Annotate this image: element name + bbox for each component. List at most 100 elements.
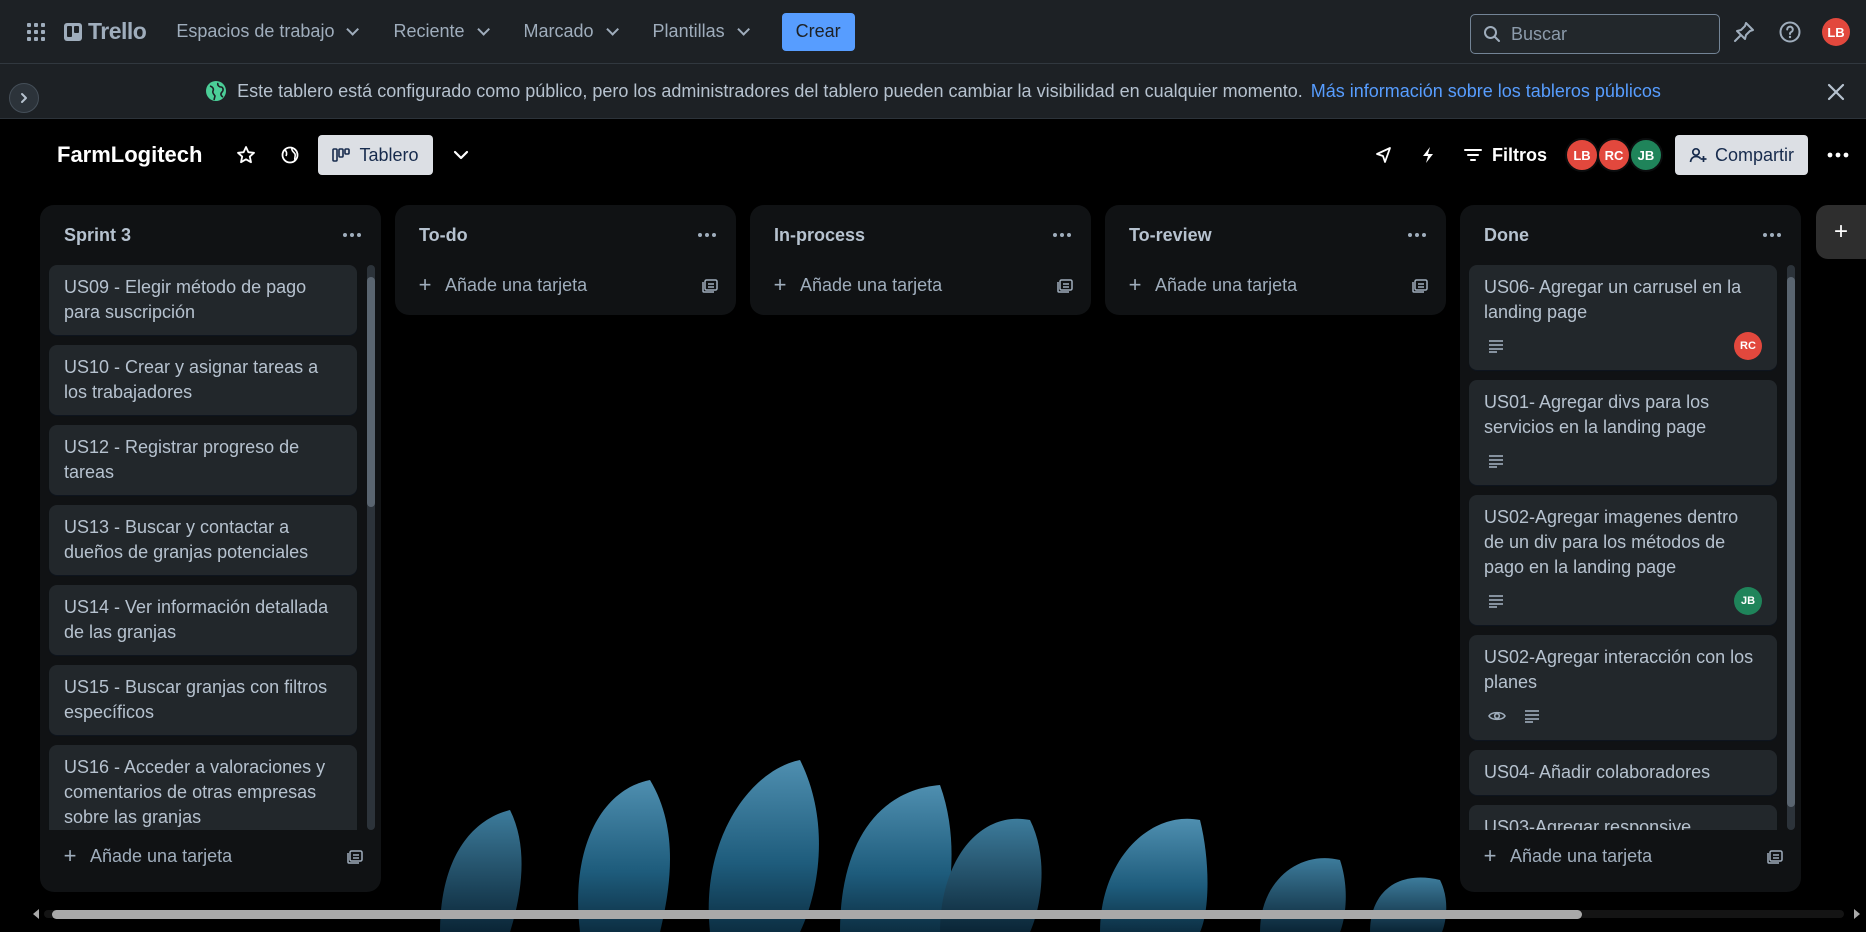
plus-icon: + <box>773 272 787 297</box>
create-from-template-icon[interactable] <box>347 848 363 864</box>
scroll-left-arrow-icon[interactable] <box>33 909 39 919</box>
public-board-banner: Este tablero está configurado como públi… <box>0 64 1866 119</box>
share-button[interactable]: Compartir <box>1674 135 1808 175</box>
user-avatar[interactable]: LB <box>1822 18 1850 46</box>
top-navigation: Trello Espacios de trabajo Reciente Marc… <box>0 0 1866 64</box>
card[interactable]: US15 - Buscar granjas con filtros especí… <box>49 665 357 735</box>
notifications-icon[interactable] <box>1730 18 1758 46</box>
chevron-down-icon[interactable] <box>445 139 477 171</box>
description-icon <box>1525 710 1539 723</box>
list-sprint-3: Sprint 3 US09 - Elegir método de pago pa… <box>40 205 381 892</box>
nav-starred[interactable]: Marcado <box>512 12 627 52</box>
list-menu-icon[interactable] <box>1757 220 1787 250</box>
globe-icon[interactable] <box>274 139 306 171</box>
list-scroll-thumb[interactable] <box>367 277 375 507</box>
board-view-button[interactable]: Tablero <box>318 135 433 175</box>
card[interactable]: US09 - Elegir método de pago para suscri… <box>49 265 357 335</box>
card[interactable]: US16 - Acceder a valoraciones y comentar… <box>49 745 357 830</box>
card[interactable]: US13 - Buscar y contactar a dueños de gr… <box>49 505 357 575</box>
nav-templates-label: Plantillas <box>652 21 725 41</box>
list-menu-icon[interactable] <box>692 220 722 250</box>
card[interactable]: US12 - Registrar progreso de tareas <box>49 425 357 495</box>
add-card-button[interactable]: + Añade una tarjeta <box>417 274 588 296</box>
eye-icon <box>1488 711 1506 721</box>
description-icon <box>1489 455 1503 468</box>
star-icon[interactable] <box>230 139 262 171</box>
close-icon[interactable] <box>1822 78 1850 106</box>
list-header[interactable]: To-review <box>1105 205 1446 265</box>
filters-button[interactable]: Filtros <box>1463 145 1547 166</box>
nav-workspaces-label: Espacios de trabajo <box>176 21 335 41</box>
board-horizontal-scrollbar[interactable] <box>30 904 1866 922</box>
plus-icon: + <box>1483 843 1497 868</box>
board-menu-icon[interactable] <box>1822 139 1854 171</box>
add-card-button[interactable]: + Añade una tarjeta <box>772 272 943 297</box>
add-card-button[interactable]: + Añade una tarjeta <box>1482 843 1653 868</box>
list-menu-icon[interactable] <box>1047 220 1077 250</box>
add-card-row: + Añade una tarjeta <box>40 830 381 882</box>
list-header[interactable]: To-do <box>395 205 736 265</box>
list-to-do: To-do + Añade una tarjeta <box>395 205 736 315</box>
list-menu-icon[interactable] <box>337 220 367 250</box>
member-avatar[interactable]: JB <box>1628 138 1663 172</box>
add-card-button[interactable]: + Añade una tarjeta <box>62 845 233 867</box>
list-header[interactable]: Done <box>1460 205 1801 265</box>
card-title: US13 - Buscar y contactar a dueños de gr… <box>64 517 309 562</box>
public-boards-info-link[interactable]: Más información sobre los tableros públi… <box>1311 81 1661 102</box>
create-from-template-icon[interactable] <box>1057 277 1073 293</box>
add-card-label: Añade una tarjeta <box>90 845 233 866</box>
search-input[interactable] <box>1511 23 1701 45</box>
list-header[interactable]: In-process <box>750 205 1091 265</box>
apps-grid-icon[interactable] <box>16 12 56 52</box>
list-title[interactable]: To-review <box>1129 225 1212 246</box>
list-title[interactable]: In-process <box>774 225 865 246</box>
scroll-thumb[interactable] <box>52 910 1582 919</box>
nav-recent[interactable]: Reciente <box>381 12 497 52</box>
member-avatar[interactable]: RC <box>1596 138 1631 172</box>
card[interactable]: US04- Añadir colaboradores <box>1469 750 1777 795</box>
list-scrollbar[interactable] <box>367 265 375 830</box>
description-icon <box>1489 340 1503 353</box>
create-from-template-icon[interactable] <box>1767 848 1783 864</box>
scroll-right-arrow-icon[interactable] <box>1854 909 1860 919</box>
card-badges: JB <box>1484 587 1762 615</box>
list-title[interactable]: Done <box>1484 225 1529 246</box>
card-member-avatar[interactable]: RC <box>1734 332 1762 360</box>
card[interactable]: US02-Agregar interacción con los planes <box>1469 635 1777 740</box>
board-title[interactable]: FarmLogitech <box>57 142 202 168</box>
create-button[interactable]: Crear <box>781 12 855 51</box>
card[interactable]: US10 - Crear y asignar tareas a los trab… <box>49 345 357 415</box>
card[interactable]: US02-Agregar imagenes dentro de un div p… <box>1469 495 1777 625</box>
brand-name: Trello <box>88 18 147 44</box>
create-from-template-icon[interactable] <box>702 277 718 293</box>
card-member-avatar[interactable]: JB <box>1734 587 1762 615</box>
list-title[interactable]: To-do <box>419 225 468 246</box>
add-card-button[interactable]: + Añade una tarjeta <box>1127 274 1298 296</box>
card-title: US16 - Acceder a valoraciones y comentar… <box>64 757 326 827</box>
nav-workspaces[interactable]: Espacios de trabajo <box>164 12 367 52</box>
help-icon[interactable] <box>1776 18 1804 46</box>
board-view-label: Tablero <box>359 144 419 165</box>
chevron-down-icon <box>346 23 360 36</box>
list-scroll-thumb[interactable] <box>1787 277 1795 807</box>
card[interactable]: US14 - Ver información detallada de las … <box>49 585 357 655</box>
list-title[interactable]: Sprint 3 <box>64 225 131 246</box>
trello-logo[interactable]: Trello <box>64 18 147 45</box>
card[interactable]: US03-Agregar responsive <box>1469 805 1777 830</box>
card[interactable]: US01- Agregar divs para los servicios en… <box>1469 380 1777 485</box>
add-list-button[interactable]: + <box>1816 205 1866 259</box>
card[interactable]: US06- Agregar un carrusel en la landing … <box>1469 265 1777 370</box>
power-ups-icon[interactable] <box>1368 139 1400 171</box>
member-avatar[interactable]: LB <box>1564 138 1599 172</box>
add-card-row: + Añade una tarjeta <box>1460 830 1801 882</box>
list-header[interactable]: Sprint 3 <box>40 205 381 265</box>
search-box[interactable] <box>1470 14 1720 54</box>
create-from-template-icon[interactable] <box>1412 277 1428 293</box>
expand-sidebar-button[interactable] <box>9 83 39 113</box>
list-menu-icon[interactable] <box>1402 220 1432 250</box>
plus-icon: + <box>1834 218 1849 245</box>
board-members: LB RC JB <box>1564 138 1663 172</box>
list-scrollbar[interactable] <box>1787 265 1795 830</box>
automation-icon[interactable] <box>1412 139 1444 171</box>
nav-templates[interactable]: Plantillas <box>641 12 758 52</box>
